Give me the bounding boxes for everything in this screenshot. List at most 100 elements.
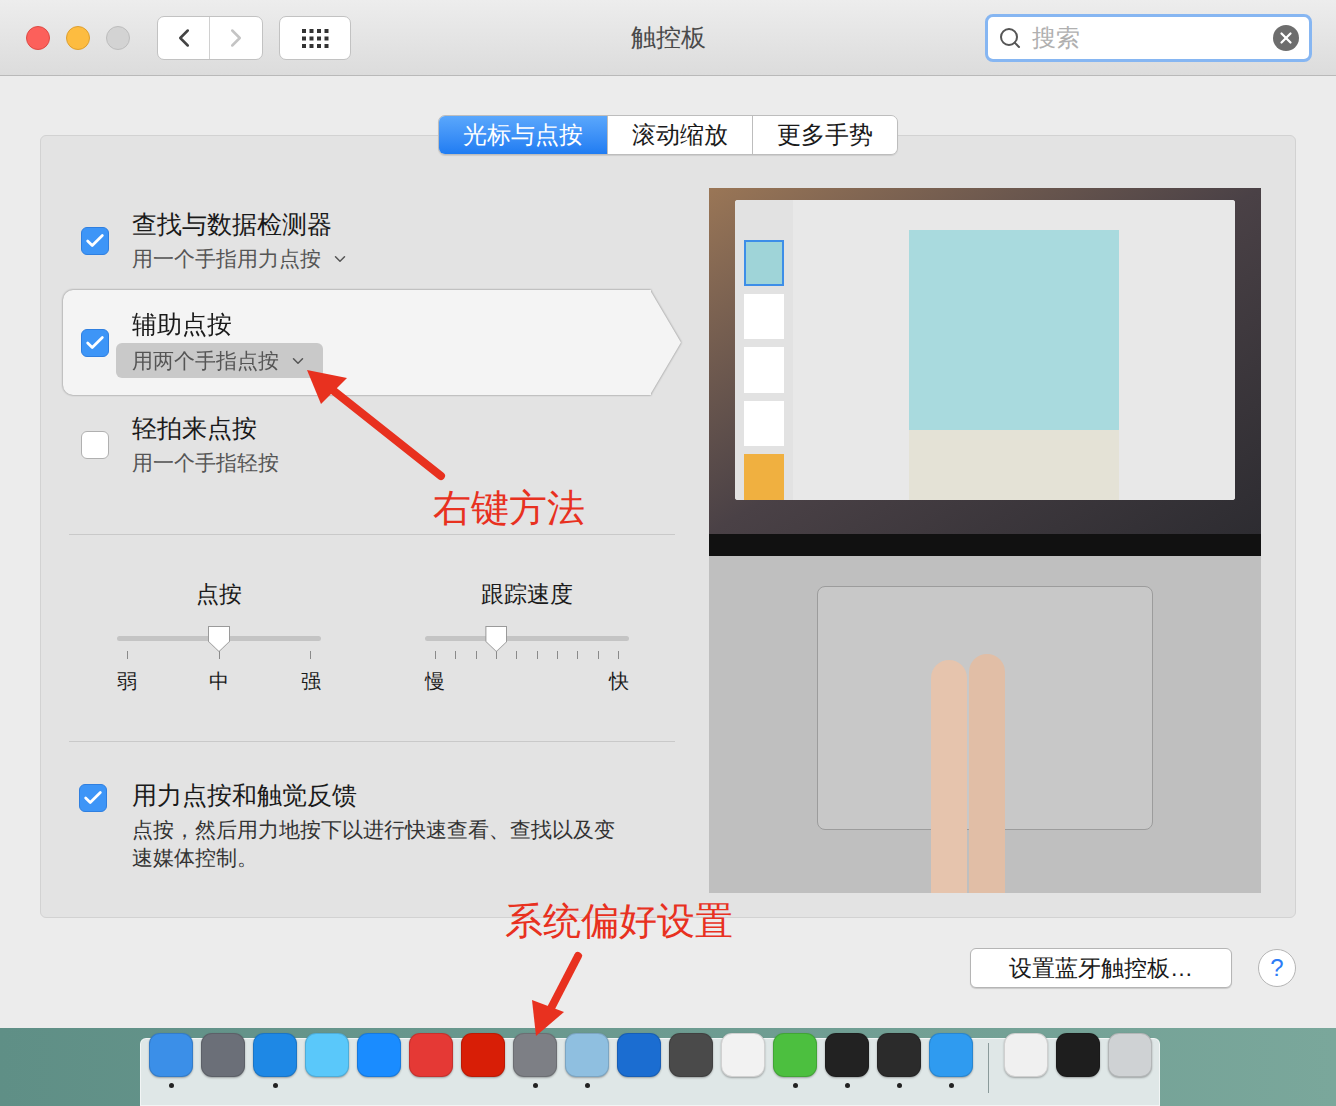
slider-label: 点按 xyxy=(117,580,321,608)
slider-scale-label: 慢 xyxy=(423,667,447,695)
dock-item[interactable] xyxy=(617,1033,661,1088)
option-dropdown[interactable]: 用两个手指点按 xyxy=(116,343,323,379)
zoom-button[interactable] xyxy=(106,26,130,50)
clear-button[interactable] xyxy=(1273,25,1299,51)
slider-track[interactable] xyxy=(425,636,629,641)
slider-tick xyxy=(537,651,538,659)
dock-item[interactable] xyxy=(877,1033,921,1088)
slider-label: 跟踪速度 xyxy=(425,580,629,608)
app-icon xyxy=(357,1033,401,1077)
dock-item[interactable] xyxy=(461,1033,505,1088)
app-icon xyxy=(149,1033,193,1077)
dock-item[interactable] xyxy=(565,1033,609,1088)
dock-item[interactable] xyxy=(1056,1033,1100,1088)
x-icon xyxy=(1277,29,1295,47)
slider-tick xyxy=(455,651,456,659)
slider-scale-label: 快 xyxy=(607,667,631,695)
tab[interactable]: 滚动缩放 xyxy=(607,116,752,154)
option-checkbox[interactable] xyxy=(81,227,109,255)
chevron-down-icon xyxy=(289,352,307,370)
tab[interactable]: 更多手势 xyxy=(752,116,897,154)
back-button[interactable] xyxy=(158,17,210,59)
dock-item[interactable] xyxy=(513,1033,557,1088)
app-icon xyxy=(669,1033,713,1077)
slider-thumb[interactable] xyxy=(208,626,230,652)
running-indicator xyxy=(481,1083,486,1088)
dock-item[interactable] xyxy=(929,1033,973,1088)
separator xyxy=(69,741,675,742)
app-icon xyxy=(513,1033,557,1077)
tutorial-video xyxy=(709,188,1261,893)
dock-separator xyxy=(988,1043,989,1093)
tab[interactable]: 光标与点按 xyxy=(439,116,607,154)
check-icon xyxy=(82,787,104,809)
running-indicator xyxy=(845,1083,850,1088)
app-icon xyxy=(253,1033,297,1077)
app-icon xyxy=(565,1033,609,1077)
preferences-body: 光标与点按滚动缩放更多手势查找与数据检测器用一个手指用力点按辅助点按用两个手指点… xyxy=(0,76,1336,1028)
option-label: 辅助点按 xyxy=(132,307,323,341)
force-click-checkbox[interactable] xyxy=(79,784,107,812)
dock-item[interactable] xyxy=(201,1033,245,1088)
minimize-button[interactable] xyxy=(66,26,90,50)
slider-scale-label: 中 xyxy=(207,667,231,695)
slider-tick xyxy=(435,651,436,659)
search-icon xyxy=(998,26,1022,50)
dock-item[interactable] xyxy=(825,1033,869,1088)
app-icon xyxy=(721,1033,765,1077)
dock-item[interactable] xyxy=(1004,1033,1048,1088)
dock-item[interactable] xyxy=(305,1033,349,1088)
show-all-button[interactable] xyxy=(279,16,351,60)
dock-item[interactable] xyxy=(721,1033,765,1088)
search-placeholder: 搜索 xyxy=(1032,20,1263,56)
dock-item[interactable] xyxy=(669,1033,713,1088)
app-icon xyxy=(461,1033,505,1077)
running-indicator xyxy=(533,1083,538,1088)
option-checkbox[interactable] xyxy=(81,329,109,357)
slider-tick xyxy=(127,651,128,659)
chevron-down-icon xyxy=(331,250,349,268)
running-indicator xyxy=(585,1083,590,1088)
slider-tick xyxy=(219,651,220,659)
option-checkbox[interactable] xyxy=(81,431,109,459)
dock-item[interactable] xyxy=(149,1033,193,1088)
slider-scale-label: 强 xyxy=(299,667,323,695)
app-icon xyxy=(1004,1033,1048,1077)
forward-button[interactable] xyxy=(210,17,262,59)
slider-scale-label: 弱 xyxy=(115,667,139,695)
running-indicator xyxy=(949,1083,954,1088)
slider: 跟踪速度慢 快 xyxy=(425,580,629,695)
option-dropdown[interactable]: 用一个手指轻按 xyxy=(132,447,279,479)
app-icon xyxy=(409,1033,453,1077)
slider-tick xyxy=(577,651,578,659)
app-icon xyxy=(305,1033,349,1077)
dock-item[interactable] xyxy=(357,1033,401,1088)
close-button[interactable] xyxy=(26,26,50,50)
window-title: 触控板 xyxy=(351,19,985,57)
option-dropdown[interactable]: 用一个手指用力点按 xyxy=(132,243,349,275)
slider-thumb[interactable] xyxy=(485,626,507,652)
option-label: 轻拍来点按 xyxy=(132,411,279,445)
title-bar: 触控板 搜索 xyxy=(0,0,1336,76)
option-row: 轻拍来点按用一个手指轻按 xyxy=(63,395,681,494)
slider-tick xyxy=(496,651,497,659)
slider-tick xyxy=(557,651,558,659)
dock-item[interactable] xyxy=(773,1033,817,1088)
option-row-highlighted: 辅助点按用两个手指点按 xyxy=(63,290,651,395)
running-indicator xyxy=(325,1083,330,1088)
running-indicator xyxy=(637,1083,642,1088)
bluetooth-trackpad-button[interactable]: 设置蓝牙触控板… xyxy=(970,948,1232,988)
help-button[interactable]: ? xyxy=(1258,949,1296,987)
annotation-arrow-icon xyxy=(520,948,595,1043)
slider-tick xyxy=(598,651,599,659)
dock xyxy=(140,1038,1160,1106)
running-indicator xyxy=(429,1083,434,1088)
slider-track[interactable] xyxy=(117,636,321,641)
running-indicator xyxy=(741,1083,746,1088)
dock-item[interactable] xyxy=(253,1033,297,1088)
dock-item[interactable] xyxy=(1108,1033,1152,1088)
app-icon xyxy=(825,1033,869,1077)
option-row: 查找与数据检测器用一个手指用力点按 xyxy=(63,191,681,290)
dock-item[interactable] xyxy=(409,1033,453,1088)
search-field[interactable]: 搜索 xyxy=(985,14,1312,62)
